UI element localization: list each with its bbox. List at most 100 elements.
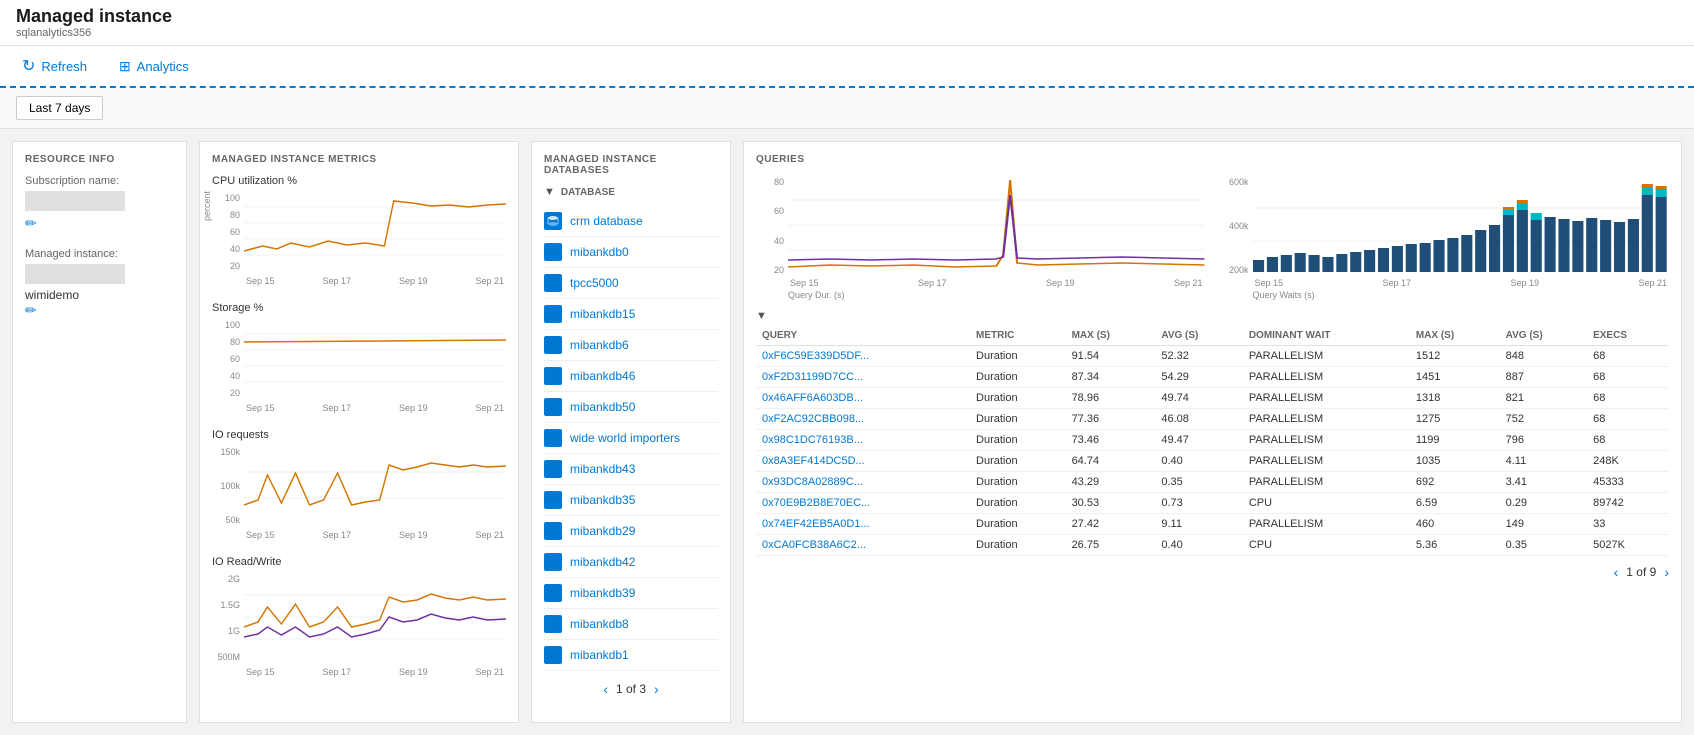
col-avg-s: AVG (S) bbox=[1155, 326, 1242, 346]
subscription-group: Subscription name: ✏ bbox=[25, 175, 174, 232]
avg-s: 0.73 bbox=[1155, 493, 1242, 514]
db-name: mibankdb39 bbox=[570, 586, 635, 600]
db-name: mibankdb0 bbox=[570, 245, 629, 259]
dominant-wait: PARALLELISM bbox=[1243, 346, 1410, 367]
query-hash: 0xF6C59E339D5DF... bbox=[756, 346, 970, 367]
db-name: mibankdb8 bbox=[570, 617, 629, 631]
wait-max: 1275 bbox=[1410, 409, 1500, 430]
query-duration-chart: 80604020 Sep 15Sep 1 bbox=[756, 175, 1205, 300]
io-rw-x-labels: Sep 15Sep 17Sep 19Sep 21 bbox=[244, 667, 506, 677]
db-header: ▼ DATABASE bbox=[544, 186, 718, 198]
table-row[interactable]: 0x98C1DC76193B... Duration 73.46 49.47 P… bbox=[756, 430, 1669, 451]
db-item-icon bbox=[544, 460, 562, 478]
queries-title: QUERIES bbox=[756, 154, 1669, 165]
wait-avg: 0.35 bbox=[1500, 535, 1587, 556]
wait-avg: 4.11 bbox=[1500, 451, 1587, 472]
table-row[interactable]: 0x8A3EF414DC5D... Duration 64.74 0.40 PA… bbox=[756, 451, 1669, 472]
execs: 45333 bbox=[1587, 472, 1669, 493]
table-row[interactable]: 0xCA0FCB38A6C2... Duration 26.75 0.40 CP… bbox=[756, 535, 1669, 556]
db-item-icon bbox=[544, 615, 562, 633]
wait-max: 692 bbox=[1410, 472, 1500, 493]
list-item[interactable]: wide world importers bbox=[544, 423, 718, 454]
table-header: QUERY METRIC MAX (S) AVG (S) DOMINANT WA… bbox=[756, 326, 1669, 346]
metric: Duration bbox=[970, 430, 1066, 451]
db-item-icon bbox=[544, 646, 562, 664]
table-row[interactable]: 0xF2D31199D7CC... Duration 87.34 54.29 P… bbox=[756, 367, 1669, 388]
db-item-icon bbox=[544, 429, 562, 447]
list-item[interactable]: mibankdb1 bbox=[544, 640, 718, 671]
query-waits-chart: 600k400k200k bbox=[1221, 175, 1670, 300]
col-query: QUERY bbox=[756, 326, 970, 346]
analytics-button[interactable]: ⊞ Analytics bbox=[113, 54, 195, 79]
table-row[interactable]: 0x93DC8A02889C... Duration 43.29 0.35 PA… bbox=[756, 472, 1669, 493]
io-rw-chart-title: IO Read/Write bbox=[212, 556, 506, 568]
list-item[interactable]: mibankdb8 bbox=[544, 609, 718, 640]
resource-info-title: RESOURCE INFO bbox=[25, 154, 174, 165]
time-range-button[interactable]: Last 7 days bbox=[16, 96, 103, 120]
refresh-button[interactable]: ↻ Refresh bbox=[16, 52, 93, 80]
wait-max: 1451 bbox=[1410, 367, 1500, 388]
list-item[interactable]: mibankdb42 bbox=[544, 547, 718, 578]
db-filter-icon: ▼ bbox=[544, 186, 555, 198]
db-column-label: DATABASE bbox=[561, 187, 615, 198]
list-item[interactable]: mibankdb0 bbox=[544, 237, 718, 268]
table-header-row: ▼ bbox=[756, 310, 1669, 322]
time-range-label: Last 7 days bbox=[29, 101, 90, 115]
col-dominant-wait: DOMINANT WAIT bbox=[1243, 326, 1410, 346]
subscription-edit-icon[interactable]: ✏ bbox=[25, 215, 37, 231]
db-prev-page-button[interactable]: ‹ bbox=[603, 681, 608, 697]
query-hash: 0xF2AC92CBB098... bbox=[756, 409, 970, 430]
table-row[interactable]: 0x70E9B2B8E70EC... Duration 30.53 0.73 C… bbox=[756, 493, 1669, 514]
max-s: 26.75 bbox=[1066, 535, 1156, 556]
dur-y-label: Query Dur. (s) bbox=[788, 290, 1205, 300]
db-name: mibankdb15 bbox=[570, 307, 635, 321]
page-title: Managed instance bbox=[16, 6, 1678, 27]
table-row[interactable]: 0x74EF42EB5A0D1... Duration 27.42 9.11 P… bbox=[756, 514, 1669, 535]
queries-prev-page-button[interactable]: ‹ bbox=[1614, 564, 1619, 580]
metrics-title: MANAGED INSTANCE METRICS bbox=[212, 154, 506, 165]
list-item[interactable]: mibankdb35 bbox=[544, 485, 718, 516]
queries-next-page-button[interactable]: › bbox=[1664, 564, 1669, 580]
table-row[interactable]: 0x46AFF6A603DB... Duration 78.96 49.74 P… bbox=[756, 388, 1669, 409]
query-hash: 0x46AFF6A603DB... bbox=[756, 388, 970, 409]
list-item[interactable]: mibankdb15 bbox=[544, 299, 718, 330]
max-s: 43.29 bbox=[1066, 472, 1156, 493]
max-s: 78.96 bbox=[1066, 388, 1156, 409]
list-item[interactable]: mibankdb29 bbox=[544, 516, 718, 547]
list-item[interactable]: mibankdb43 bbox=[544, 454, 718, 485]
metric: Duration bbox=[970, 388, 1066, 409]
list-item[interactable]: mibankdb39 bbox=[544, 578, 718, 609]
managed-instance-edit-icon[interactable]: ✏ bbox=[25, 302, 37, 318]
cpu-y-axis: 10080604020 bbox=[212, 191, 240, 271]
avg-s: 0.35 bbox=[1155, 472, 1242, 493]
cpu-y-label: percent bbox=[202, 191, 212, 221]
query-hash: 0x98C1DC76193B... bbox=[756, 430, 970, 451]
db-next-page-button[interactable]: › bbox=[654, 681, 659, 697]
table-row[interactable]: 0xF2AC92CBB098... Duration 77.36 46.08 P… bbox=[756, 409, 1669, 430]
list-item[interactable]: mibankdb50 bbox=[544, 392, 718, 423]
io-rw-chart-svg bbox=[244, 572, 506, 662]
max-s: 64.74 bbox=[1066, 451, 1156, 472]
col-max-s: MAX (S) bbox=[1066, 326, 1156, 346]
wait-max: 1035 bbox=[1410, 451, 1500, 472]
list-item[interactable]: mibankdb6 bbox=[544, 330, 718, 361]
storage-x-labels: Sep 15Sep 17Sep 19Sep 21 bbox=[244, 403, 506, 413]
execs: 33 bbox=[1587, 514, 1669, 535]
list-item[interactable]: tpcc5000 bbox=[544, 268, 718, 299]
execs: 5027K bbox=[1587, 535, 1669, 556]
table-row[interactable]: 0xF6C59E339D5DF... Duration 91.54 52.32 … bbox=[756, 346, 1669, 367]
io-x-labels: Sep 15Sep 17Sep 19Sep 21 bbox=[244, 530, 506, 540]
db-item-icon bbox=[544, 305, 562, 323]
dominant-wait: CPU bbox=[1243, 535, 1410, 556]
metric: Duration bbox=[970, 514, 1066, 535]
list-item[interactable]: mibankdb46 bbox=[544, 361, 718, 392]
analytics-label: Analytics bbox=[137, 59, 189, 74]
toolbar: ↻ Refresh ⊞ Analytics bbox=[0, 46, 1694, 88]
managed-instance-value: wimidemo bbox=[25, 288, 174, 302]
list-item[interactable]: crm database bbox=[544, 206, 718, 237]
subscription-value bbox=[25, 191, 125, 211]
db-item-icon bbox=[544, 367, 562, 385]
io-requests-chart-title: IO requests bbox=[212, 429, 506, 441]
managed-instance-value-box bbox=[25, 264, 125, 284]
managed-instance-label: Managed instance: bbox=[25, 248, 174, 260]
